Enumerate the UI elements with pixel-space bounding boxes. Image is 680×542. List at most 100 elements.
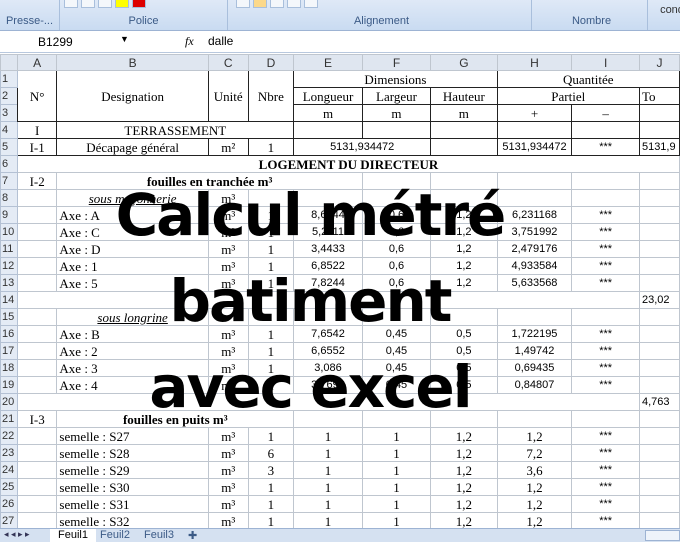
- cell[interactable]: 6: [247, 444, 295, 462]
- cell[interactable]: 1,2: [430, 427, 498, 445]
- row-header[interactable]: 15: [0, 308, 18, 326]
- cell[interactable]: semelle : S31: [56, 495, 209, 513]
- cell[interactable]: [638, 308, 680, 326]
- cell[interactable]: [16, 478, 58, 496]
- row-header[interactable]: 6: [0, 155, 18, 173]
- cell[interactable]: Nbre: [247, 70, 295, 122]
- cell[interactable]: ***: [571, 512, 640, 530]
- cell[interactable]: 7,2: [496, 444, 573, 462]
- cell[interactable]: [16, 257, 58, 275]
- row-header[interactable]: 5: [0, 138, 18, 156]
- column-header-J[interactable]: J: [638, 54, 680, 71]
- cell[interactable]: ***: [571, 223, 640, 241]
- cell[interactable]: m³: [207, 512, 249, 530]
- spreadsheet-grid[interactable]: A B C D E F G H I J 1 N° Designation Unité Nbre Dimensi…: [0, 54, 680, 530]
- cell[interactable]: 0,6: [361, 257, 432, 275]
- cell[interactable]: [496, 172, 573, 190]
- cell[interactable]: [638, 461, 680, 479]
- cell[interactable]: Axe : 5: [56, 274, 209, 292]
- cell[interactable]: [293, 189, 363, 207]
- row-header[interactable]: 18: [0, 359, 18, 377]
- column-header-E[interactable]: E: [293, 54, 363, 71]
- column-header-B[interactable]: B: [56, 54, 209, 71]
- ribbon-group-clipboard[interactable]: Presse-...: [0, 0, 60, 30]
- cell[interactable]: 1,2: [430, 206, 498, 224]
- cell[interactable]: 5,633568: [496, 274, 573, 292]
- cell[interactable]: [361, 172, 432, 190]
- sheet-tab-feuil1[interactable]: Feuil1: [50, 529, 96, 542]
- cell[interactable]: 1: [361, 444, 432, 462]
- cell[interactable]: [430, 172, 498, 190]
- cell[interactable]: ***: [571, 138, 640, 156]
- cell[interactable]: TERRASSEMENT: [56, 121, 295, 139]
- cell[interactable]: +: [496, 104, 573, 122]
- cell[interactable]: 1: [293, 512, 363, 530]
- cell[interactable]: Axe : 2: [56, 342, 209, 360]
- cell[interactable]: I-2: [16, 172, 58, 190]
- cell[interactable]: 0,6: [361, 206, 432, 224]
- cell[interactable]: Axe : A: [56, 206, 209, 224]
- cell[interactable]: [16, 240, 58, 258]
- cell[interactable]: [638, 206, 680, 224]
- cell[interactable]: [430, 121, 498, 139]
- cell[interactable]: [361, 121, 432, 139]
- column-header-F[interactable]: F: [361, 54, 432, 71]
- cell[interactable]: [16, 427, 58, 445]
- cell[interactable]: 1: [247, 325, 295, 343]
- horizontal-scrollbar[interactable]: [645, 530, 680, 541]
- cell[interactable]: 1: [247, 495, 295, 513]
- chevron-down-icon[interactable]: ▼: [120, 34, 129, 44]
- cell[interactable]: 1,2: [496, 512, 573, 530]
- column-header-I[interactable]: I: [571, 54, 640, 71]
- cell[interactable]: [638, 274, 680, 292]
- cell[interactable]: [638, 223, 680, 241]
- cell[interactable]: [16, 274, 58, 292]
- cell[interactable]: 0,5: [430, 359, 498, 377]
- row-header[interactable]: 22: [0, 427, 18, 445]
- cell[interactable]: 2,479176: [496, 240, 573, 258]
- sheet-nav-arrows[interactable]: ◂ ◂ ▸ ▸: [4, 529, 30, 540]
- cell[interactable]: 1,2: [496, 427, 573, 445]
- cell[interactable]: 1: [293, 444, 363, 462]
- cell[interactable]: [638, 444, 680, 462]
- row-header[interactable]: 21: [0, 410, 18, 428]
- cell[interactable]: 23,02: [638, 291, 680, 309]
- cell[interactable]: 1,2: [430, 223, 498, 241]
- row-header[interactable]: 23: [0, 444, 18, 462]
- cell[interactable]: ***: [571, 342, 640, 360]
- column-header-G[interactable]: G: [430, 54, 498, 71]
- cell[interactable]: Axe : 3: [56, 359, 209, 377]
- cell[interactable]: 0,45: [361, 359, 432, 377]
- cell[interactable]: Designation: [56, 70, 209, 122]
- cell[interactable]: 1: [361, 427, 432, 445]
- cell[interactable]: 5131,934472: [293, 138, 432, 156]
- row-header[interactable]: 2: [0, 87, 18, 105]
- cell[interactable]: 1: [247, 359, 295, 377]
- cell[interactable]: [16, 393, 640, 411]
- cell[interactable]: [638, 478, 680, 496]
- row-header[interactable]: 17: [0, 342, 18, 360]
- cell[interactable]: ***: [571, 376, 640, 394]
- cell[interactable]: [16, 495, 58, 513]
- cell[interactable]: [361, 308, 432, 326]
- cell[interactable]: [638, 121, 680, 139]
- cell[interactable]: 1: [293, 461, 363, 479]
- column-header-H[interactable]: H: [496, 54, 573, 71]
- cell[interactable]: [16, 342, 58, 360]
- cell[interactable]: [247, 308, 295, 326]
- cell[interactable]: sous longrine: [56, 308, 209, 326]
- cell[interactable]: [638, 359, 680, 377]
- cell[interactable]: 0,84807: [496, 376, 573, 394]
- cell[interactable]: [496, 189, 573, 207]
- cell[interactable]: m³: [207, 444, 249, 462]
- cell[interactable]: 3,751992: [496, 223, 573, 241]
- cell[interactable]: [571, 121, 640, 139]
- cell[interactable]: 1: [247, 223, 295, 241]
- cell[interactable]: 1,2: [430, 274, 498, 292]
- cell[interactable]: 0,69435: [496, 359, 573, 377]
- cell[interactable]: 1: [361, 512, 432, 530]
- cell[interactable]: m: [430, 104, 498, 122]
- cell[interactable]: I-3: [16, 410, 58, 428]
- cell[interactable]: Partiel: [496, 87, 640, 105]
- row-header[interactable]: 16: [0, 325, 18, 343]
